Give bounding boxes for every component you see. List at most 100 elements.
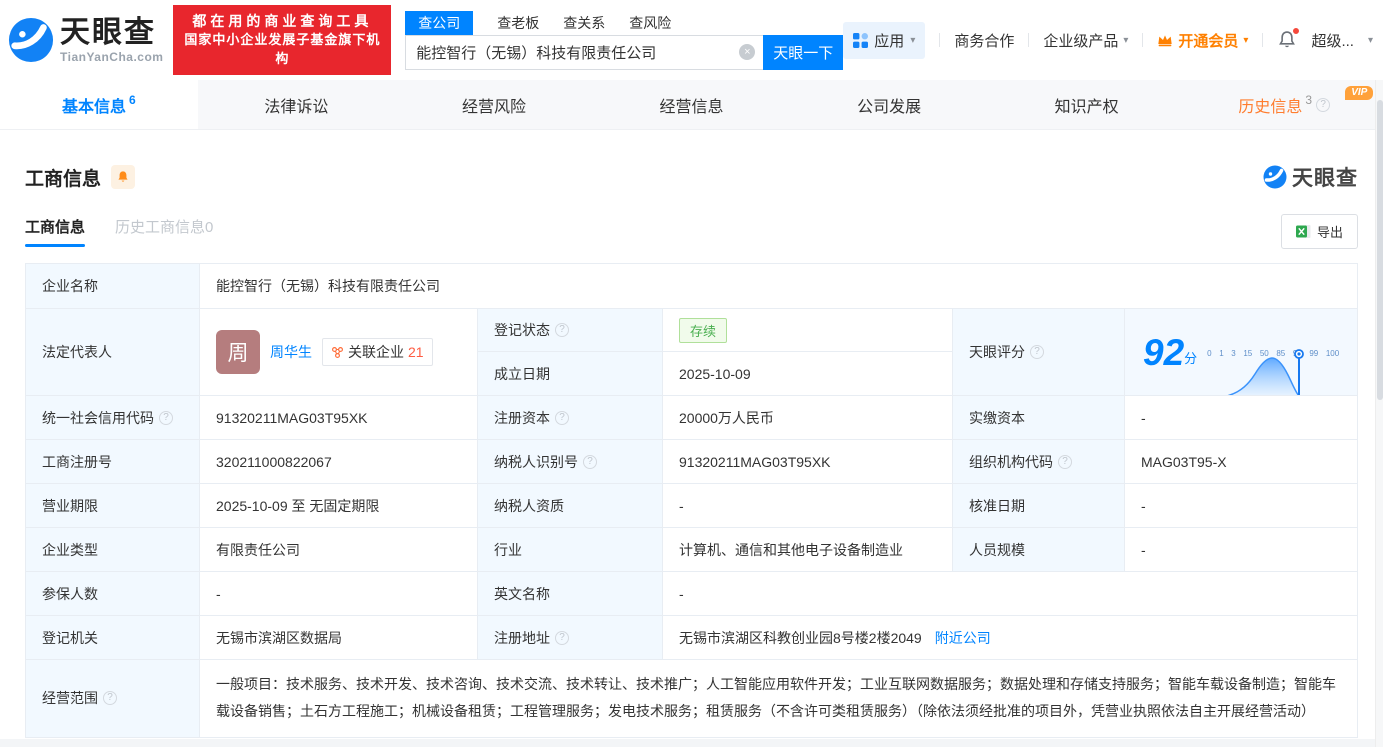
monitor-bell-button[interactable] bbox=[111, 165, 135, 189]
top-header: 天眼查 TianYanCha.com 都在用的商业查询工具 国家中小企业发展子基… bbox=[0, 0, 1383, 80]
search-area: 查公司 查老板 查关系 查风险 × 天眼一下 bbox=[405, 11, 843, 70]
industry-label: 行业 bbox=[478, 528, 663, 571]
tab-legal-litigation-label: 法律诉讼 bbox=[264, 93, 328, 117]
established-date-value: 2025-10-09 bbox=[663, 352, 953, 395]
tab-history-info-label: 历史信息 bbox=[1238, 93, 1302, 117]
tab-basic-info[interactable]: 基本信息 6 bbox=[0, 80, 198, 129]
help-icon[interactable]: ? bbox=[1316, 98, 1330, 112]
legal-rep-link[interactable]: 周华生 bbox=[270, 342, 312, 362]
nav-enterprise-product[interactable]: 企业级产品 ▾ bbox=[1043, 30, 1128, 51]
related-companies-count: 21 bbox=[408, 344, 424, 360]
tab-operation-info-label: 经营信息 bbox=[660, 93, 724, 117]
english-name-value: - bbox=[663, 572, 1357, 615]
help-icon[interactable]: ? bbox=[103, 691, 117, 705]
help-icon[interactable]: ? bbox=[555, 323, 569, 337]
chevron-down-icon: ▾ bbox=[1368, 35, 1373, 46]
staff-size-value: - bbox=[1125, 528, 1357, 571]
network-icon bbox=[331, 346, 344, 359]
registered-address-label: 注册地址? bbox=[478, 616, 663, 659]
tab-legal-litigation[interactable]: 法律诉讼 bbox=[198, 80, 396, 129]
tab-history-info[interactable]: VIP 历史信息 3 ? bbox=[1185, 80, 1383, 129]
company-name-value: 能控智行（无锡）科技有限责任公司 bbox=[200, 264, 1357, 308]
subtab-business-info[interactable]: 工商信息 bbox=[25, 216, 85, 247]
tab-history-info-count: 3 bbox=[1305, 93, 1312, 107]
bell-icon bbox=[116, 170, 130, 184]
help-icon[interactable]: ? bbox=[159, 411, 173, 425]
credit-code-label: 统一社会信用代码? bbox=[26, 396, 200, 439]
scrollbar[interactable] bbox=[1375, 80, 1383, 747]
notification-button[interactable] bbox=[1277, 30, 1297, 50]
search-tab-risk[interactable]: 查风险 bbox=[629, 11, 671, 35]
paid-in-capital-label: 实缴资本 bbox=[953, 396, 1125, 439]
reg-status-label: 登记状态 ? bbox=[478, 309, 663, 352]
search-button[interactable]: 天眼一下 bbox=[763, 35, 843, 70]
help-icon[interactable]: ? bbox=[583, 455, 597, 469]
scrollbar-thumb[interactable] bbox=[1377, 100, 1383, 400]
tab-company-development-label: 公司发展 bbox=[857, 93, 921, 117]
watermark-logo-icon bbox=[1263, 165, 1287, 189]
company-tab-bar: 基本信息 6 法律诉讼 经营风险 经营信息 公司发展 知识产权 VIP 历史信息… bbox=[0, 80, 1383, 130]
help-icon[interactable]: ? bbox=[555, 631, 569, 645]
approval-date-value: - bbox=[1125, 484, 1357, 527]
search-input[interactable] bbox=[416, 44, 739, 61]
reg-status-value: 存续 bbox=[663, 309, 953, 352]
nav-business-cooperation[interactable]: 商务合作 bbox=[954, 30, 1014, 51]
search-tab-relation[interactable]: 查关系 bbox=[563, 11, 605, 35]
business-scope-value: 一般项目：技术服务、技术开发、技术咨询、技术交流、技术转让、技术推广；人工智能应… bbox=[200, 660, 1357, 737]
avatar[interactable]: 周 bbox=[216, 330, 260, 374]
insured-persons-label: 参保人数 bbox=[26, 572, 200, 615]
clear-icon[interactable]: × bbox=[739, 44, 755, 60]
apps-menu-label: 应用 bbox=[874, 30, 904, 51]
tab-basic-info-label: 基本信息 bbox=[62, 93, 126, 117]
org-code-value: MAG03T95-X bbox=[1125, 440, 1357, 483]
nearby-companies-link[interactable]: 附近公司 bbox=[935, 628, 991, 648]
crown-icon bbox=[1157, 33, 1173, 47]
score-value: 92 分 bbox=[1125, 309, 1357, 395]
registration-authority-value: 无锡市滨湖区数据局 bbox=[200, 616, 478, 659]
legal-rep-label: 法定代表人 bbox=[26, 309, 200, 395]
user-menu[interactable]: 超级... bbox=[1311, 30, 1354, 51]
tab-company-development[interactable]: 公司发展 bbox=[790, 80, 988, 129]
app-grid-icon bbox=[853, 33, 868, 48]
chevron-down-icon: ▾ bbox=[1123, 35, 1128, 46]
taxpayer-id-label: 纳税人识别号? bbox=[478, 440, 663, 483]
registered-capital-value: 20000万人民币 bbox=[663, 396, 953, 439]
apps-menu-button[interactable]: 应用 ▾ bbox=[843, 22, 925, 59]
industry-value: 计算机、通信和其他电子设备制造业 bbox=[663, 528, 953, 571]
help-icon[interactable]: ? bbox=[1030, 345, 1044, 359]
tab-operation-risk[interactable]: 经营风险 bbox=[395, 80, 593, 129]
export-button[interactable]: 导出 bbox=[1281, 214, 1358, 249]
score-suffix: 分 bbox=[1184, 348, 1197, 367]
business-term-value: 2025-10-09 至 无固定期限 bbox=[200, 484, 478, 527]
slogan-line2: 国家中小企业发展子基金旗下机构 bbox=[183, 31, 381, 69]
watermark-text: 天眼查 bbox=[1292, 162, 1358, 192]
related-companies-badge[interactable]: 关联企业 21 bbox=[322, 338, 433, 366]
tianyancha-logo[interactable]: 天眼查 TianYanCha.com bbox=[8, 17, 163, 63]
logo-subtitle: TianYanCha.com bbox=[60, 51, 163, 63]
user-name: 超级... bbox=[1311, 30, 1354, 51]
watermark-logo: 天眼查 bbox=[1263, 162, 1358, 192]
page-bottom-divider bbox=[0, 739, 1375, 747]
registered-capital-label: 注册资本? bbox=[478, 396, 663, 439]
business-term-label: 营业期限 bbox=[26, 484, 200, 527]
search-tab-company[interactable]: 查公司 bbox=[405, 11, 473, 35]
export-label: 导出 bbox=[1317, 222, 1343, 241]
business-info-table: 企业名称 能控智行（无锡）科技有限责任公司 法定代表人 周 周华生 关联企业 2… bbox=[25, 263, 1358, 738]
tab-operation-risk-label: 经营风险 bbox=[462, 93, 526, 117]
registration-authority-label: 登记机关 bbox=[26, 616, 200, 659]
help-icon[interactable]: ? bbox=[1058, 455, 1072, 469]
score-distribution-chart: 0131550859799100 bbox=[1207, 347, 1339, 358]
tab-intellectual-property[interactable]: 知识产权 bbox=[988, 80, 1186, 129]
business-reg-number-label: 工商注册号 bbox=[26, 440, 200, 483]
subtab-history-business-info[interactable]: 历史工商信息0 bbox=[115, 216, 213, 247]
divider bbox=[1028, 33, 1029, 47]
divider bbox=[1142, 33, 1143, 47]
help-icon[interactable]: ? bbox=[555, 411, 569, 425]
company-name-label: 企业名称 bbox=[26, 264, 200, 308]
excel-icon bbox=[1296, 224, 1311, 239]
open-vip-button[interactable]: 开通会员 ▾ bbox=[1157, 30, 1248, 51]
search-tab-boss[interactable]: 查老板 bbox=[497, 11, 539, 35]
status-badge: 存续 bbox=[679, 318, 727, 343]
section-title: 工商信息 bbox=[25, 164, 101, 191]
tab-operation-info[interactable]: 经营信息 bbox=[593, 80, 791, 129]
